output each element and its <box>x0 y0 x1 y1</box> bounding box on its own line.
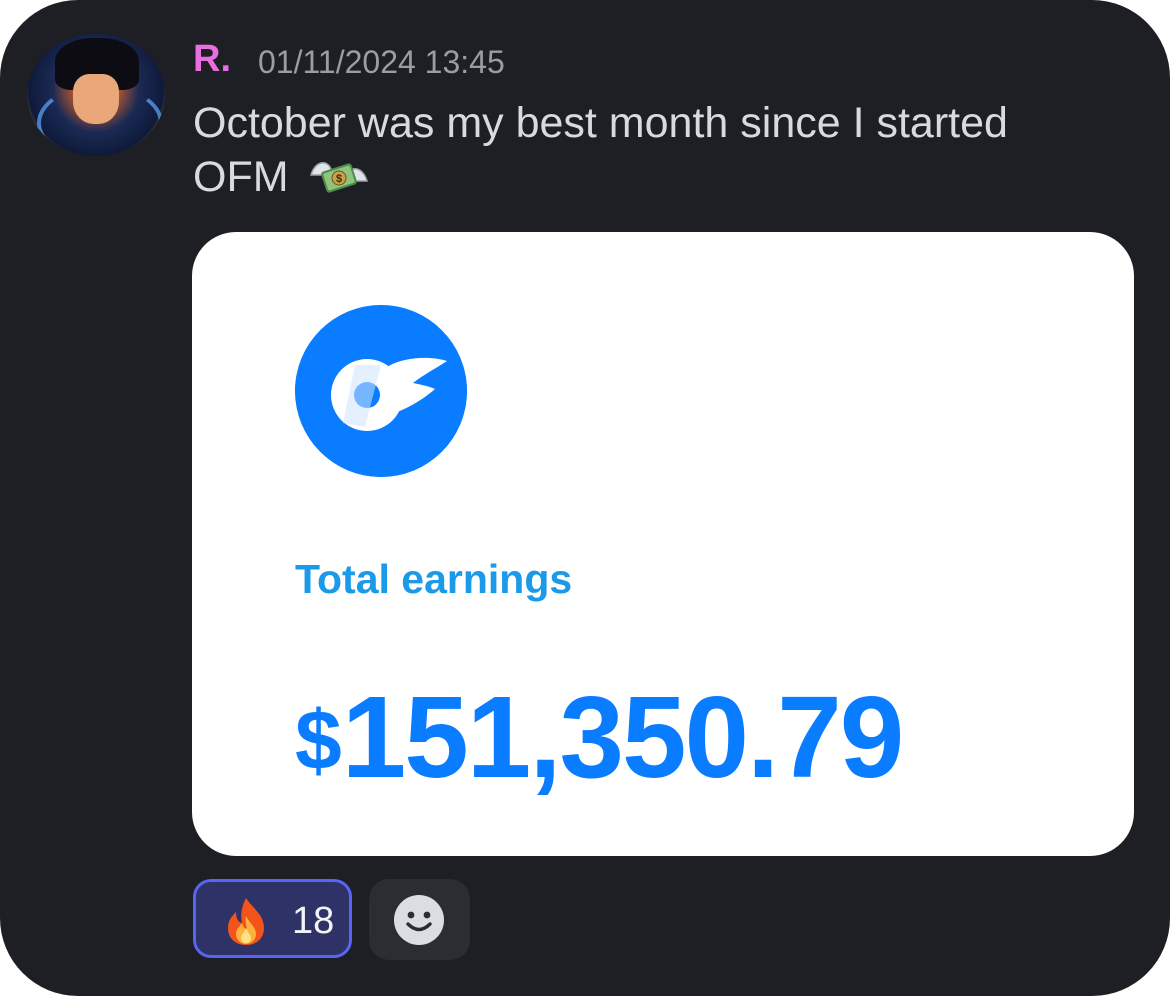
image-embed[interactable]: Total earnings $151,350.79 <box>192 232 1134 856</box>
fire-icon <box>228 898 264 945</box>
add-reaction-button[interactable] <box>369 879 470 960</box>
total-earnings-label: Total earnings <box>295 556 573 602</box>
amount-value: 151,350.79 <box>341 672 905 802</box>
smiley-add-icon <box>394 895 444 945</box>
onlyfans-logo-icon <box>295 305 467 477</box>
message-text: October was my best month since I starte… <box>193 96 1093 204</box>
chat-message-card: R. 01/11/2024 13:45 October was my best … <box>0 0 1170 996</box>
money-with-wings-icon: $ <box>309 162 368 193</box>
user-avatar[interactable] <box>27 34 165 156</box>
reaction-count: 18 <box>292 900 335 942</box>
reaction-fire-button[interactable]: 18 <box>193 879 352 958</box>
author-name[interactable]: R. <box>193 36 231 82</box>
currency-symbol: $ <box>295 693 342 787</box>
total-earnings-amount: $151,350.79 <box>295 672 905 805</box>
avatar-aura <box>37 84 163 156</box>
message-timestamp: 01/11/2024 13:45 <box>258 44 505 80</box>
svg-text:$: $ <box>335 173 341 185</box>
